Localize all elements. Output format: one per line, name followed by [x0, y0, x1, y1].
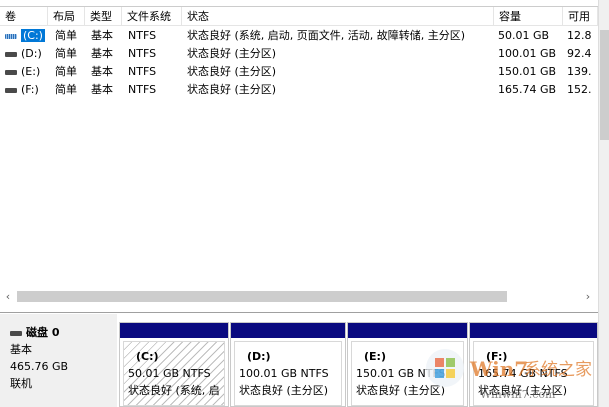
cell-layout: 简单: [55, 83, 77, 96]
drive-icon: [5, 51, 17, 57]
column-status[interactable]: 状态: [182, 7, 494, 26]
cell-status: 状态良好 (主分区): [187, 65, 277, 78]
column-filesystem[interactable]: 文件系统: [122, 7, 182, 26]
column-capacity[interactable]: 容量: [494, 7, 563, 26]
partition-size: 100.01 GB NTFS: [239, 367, 329, 380]
disk-0-info[interactable]: 磁盘 0 基本 465.76 GB 联机: [0, 314, 117, 407]
partition-3[interactable]: (F:) 165.74 GB NTFS 状态良好 (主分区): [469, 322, 598, 407]
partition-2[interactable]: (E:) 150.01 GB NTFS 状态良好 (主分区): [347, 322, 468, 407]
partition-body: (F:) 165.74 GB NTFS 状态良好 (主分区): [473, 341, 594, 406]
cell-capacity: 150.01 GB: [498, 65, 557, 78]
partition-body: (D:) 100.01 GB NTFS 状态良好 (主分区): [234, 341, 342, 406]
partition-0[interactable]: (C:) 50.01 GB NTFS 状态良好 (系统, 启: [119, 322, 229, 407]
cell-name: (F:): [0, 81, 48, 99]
partition-status: 状态良好 (主分区): [478, 384, 568, 397]
partition-label: (E:): [364, 350, 386, 363]
partition-label: (F:): [486, 350, 508, 363]
partition-label: (C:): [136, 350, 159, 363]
drive-icon: [5, 33, 17, 39]
cell-layout: 简单: [55, 47, 77, 60]
column-layout[interactable]: 布局: [48, 7, 85, 26]
volume-name: (F:): [21, 83, 39, 96]
partition-label: (D:): [247, 350, 271, 363]
vertical-scrollbar-thumb[interactable]: [600, 30, 609, 140]
cell-free: 139.: [567, 65, 592, 78]
cell-status: 状态良好 (主分区): [187, 47, 277, 60]
cell-capacity: 100.01 GB: [498, 47, 557, 60]
partition-size: 50.01 GB NTFS: [128, 367, 211, 380]
cell-capacity: 50.01 GB: [498, 29, 550, 42]
volume-name: (C:): [21, 29, 45, 42]
cell-status: 状态良好 (系统, 启动, 页面文件, 活动, 故障转储, 主分区): [187, 29, 466, 42]
cell-free: 12.8: [567, 29, 592, 42]
cell-fs: NTFS: [128, 47, 157, 60]
cell-fs: NTFS: [128, 29, 157, 42]
cell-type: 基本: [91, 65, 113, 78]
cell-type: 基本: [91, 47, 113, 60]
vertical-scrollbar[interactable]: [598, 0, 609, 407]
cell-free: 152.: [567, 83, 592, 96]
volume-row[interactable]: (C:) 简单 基本 NTFS 状态良好 (系统, 启动, 页面文件, 活动, 故障转储…: [0, 27, 598, 45]
cell-fs: NTFS: [128, 65, 157, 78]
partition-bar: [470, 323, 597, 338]
drive-icon: [5, 87, 17, 93]
disk-name: 磁盘 0: [26, 326, 60, 339]
cell-status: 状态良好 (主分区): [187, 83, 277, 96]
disk-size: 465.76 GB: [10, 360, 69, 373]
volume-row[interactable]: (D:) 简单 基本 NTFS 状态良好 (主分区) 100.01 GB 92.4: [0, 45, 598, 63]
scroll-right-button[interactable]: ›: [580, 288, 596, 305]
partition-size: 165.74 GB NTFS: [478, 367, 568, 380]
drive-icon: [5, 69, 17, 75]
column-free[interactable]: 可用: [563, 7, 598, 26]
cell-type: 基本: [91, 29, 113, 42]
volume-name: (E:): [21, 65, 41, 78]
column-header-row: 卷 布局 类型 文件系统 状态 容量 可用: [0, 6, 598, 26]
disk-state: 联机: [10, 377, 32, 390]
cell-name: (D:): [0, 45, 48, 63]
cell-layout: 简单: [55, 29, 77, 42]
column-type[interactable]: 类型: [85, 7, 122, 26]
partition-status: 状态良好 (主分区): [239, 384, 329, 397]
cell-name: (E:): [0, 63, 48, 81]
disk-type: 基本: [10, 343, 32, 356]
scroll-left-button[interactable]: ‹: [0, 288, 16, 305]
partition-bar: [231, 323, 345, 338]
volume-row[interactable]: (F:) 简单 基本 NTFS 状态良好 (主分区) 165.74 GB 152.: [0, 81, 598, 99]
partition-body: (C:) 50.01 GB NTFS 状态良好 (系统, 启: [123, 341, 225, 406]
partition-status: 状态良好 (系统, 启: [128, 384, 220, 397]
volume-list: 卷 布局 类型 文件系统 状态 容量 可用 (C:) 简单 基本 NTFS 状态良好 (…: [0, 0, 598, 313]
horizontal-scrollbar[interactable]: ‹ ›: [0, 288, 598, 305]
cell-capacity: 165.74 GB: [498, 83, 557, 96]
partition-body: (E:) 150.01 GB NTFS 状态良好 (主分区): [351, 341, 464, 406]
partition-status: 状态良好 (主分区): [356, 384, 446, 397]
partition-size: 150.01 GB NTFS: [356, 367, 446, 380]
scrollbar-thumb[interactable]: [17, 291, 507, 302]
disk-icon: [10, 330, 22, 336]
cell-fs: NTFS: [128, 83, 157, 96]
partition-bar: [348, 323, 467, 338]
cell-name: (C:): [0, 27, 48, 45]
column-volume[interactable]: 卷: [0, 7, 48, 26]
partition-bar: [120, 323, 228, 338]
partition-1[interactable]: (D:) 100.01 GB NTFS 状态良好 (主分区): [230, 322, 346, 407]
disk-map: 磁盘 0 基本 465.76 GB 联机 (C:) 50.01 GB NTFS 状态…: [0, 314, 598, 407]
cell-free: 92.4: [567, 47, 592, 60]
volume-row[interactable]: (E:) 简单 基本 NTFS 状态良好 (主分区) 150.01 GB 139.: [0, 63, 598, 81]
volume-name: (D:): [21, 47, 42, 60]
cell-type: 基本: [91, 83, 113, 96]
cell-layout: 简单: [55, 65, 77, 78]
